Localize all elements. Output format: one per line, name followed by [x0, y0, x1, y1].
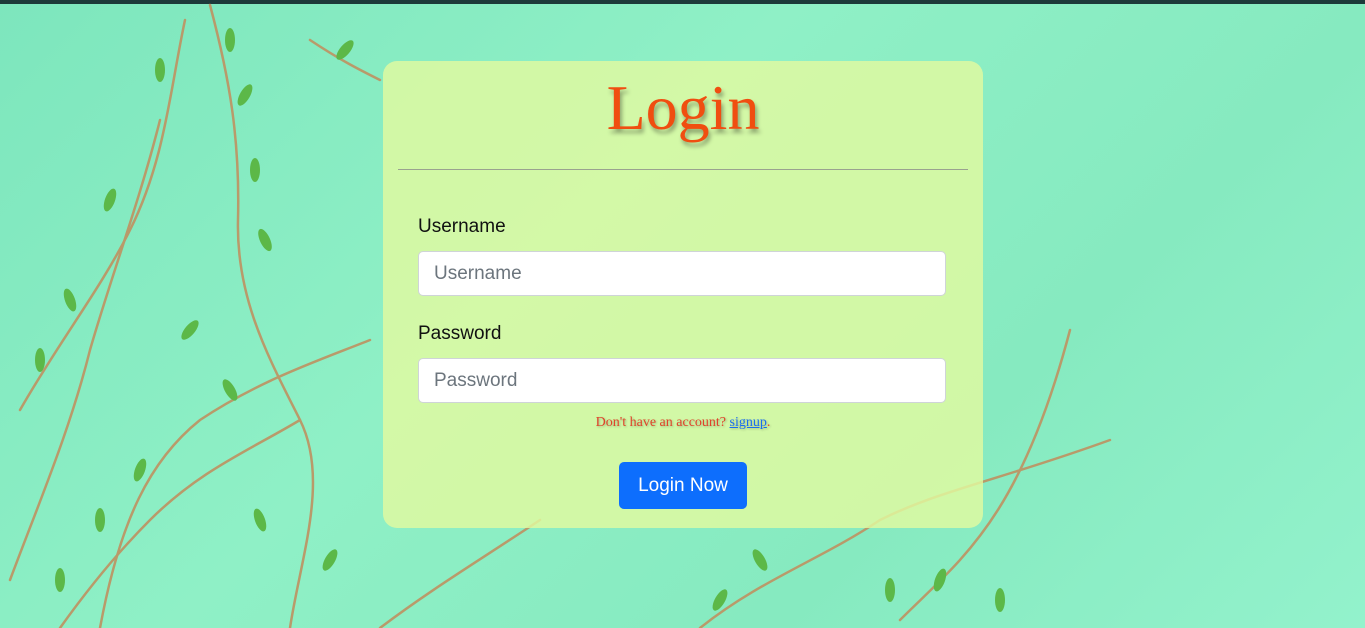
signup-link[interactable]: signup — [730, 415, 767, 430]
login-title: Login — [606, 72, 760, 143]
title-divider — [398, 169, 968, 170]
login-now-button[interactable]: Login Now — [619, 462, 747, 509]
signup-prompt: Don't have an account? signup. — [383, 415, 983, 431]
signup-suffix: . — [766, 415, 771, 430]
login-card: Login Username Password Don't have an ac… — [383, 61, 983, 528]
username-input[interactable] — [418, 251, 946, 296]
username-label: Username — [418, 216, 506, 237]
password-input[interactable] — [418, 358, 946, 403]
signup-prompt-text: Don't have an account? — [595, 415, 730, 430]
password-label: Password — [418, 323, 502, 344]
